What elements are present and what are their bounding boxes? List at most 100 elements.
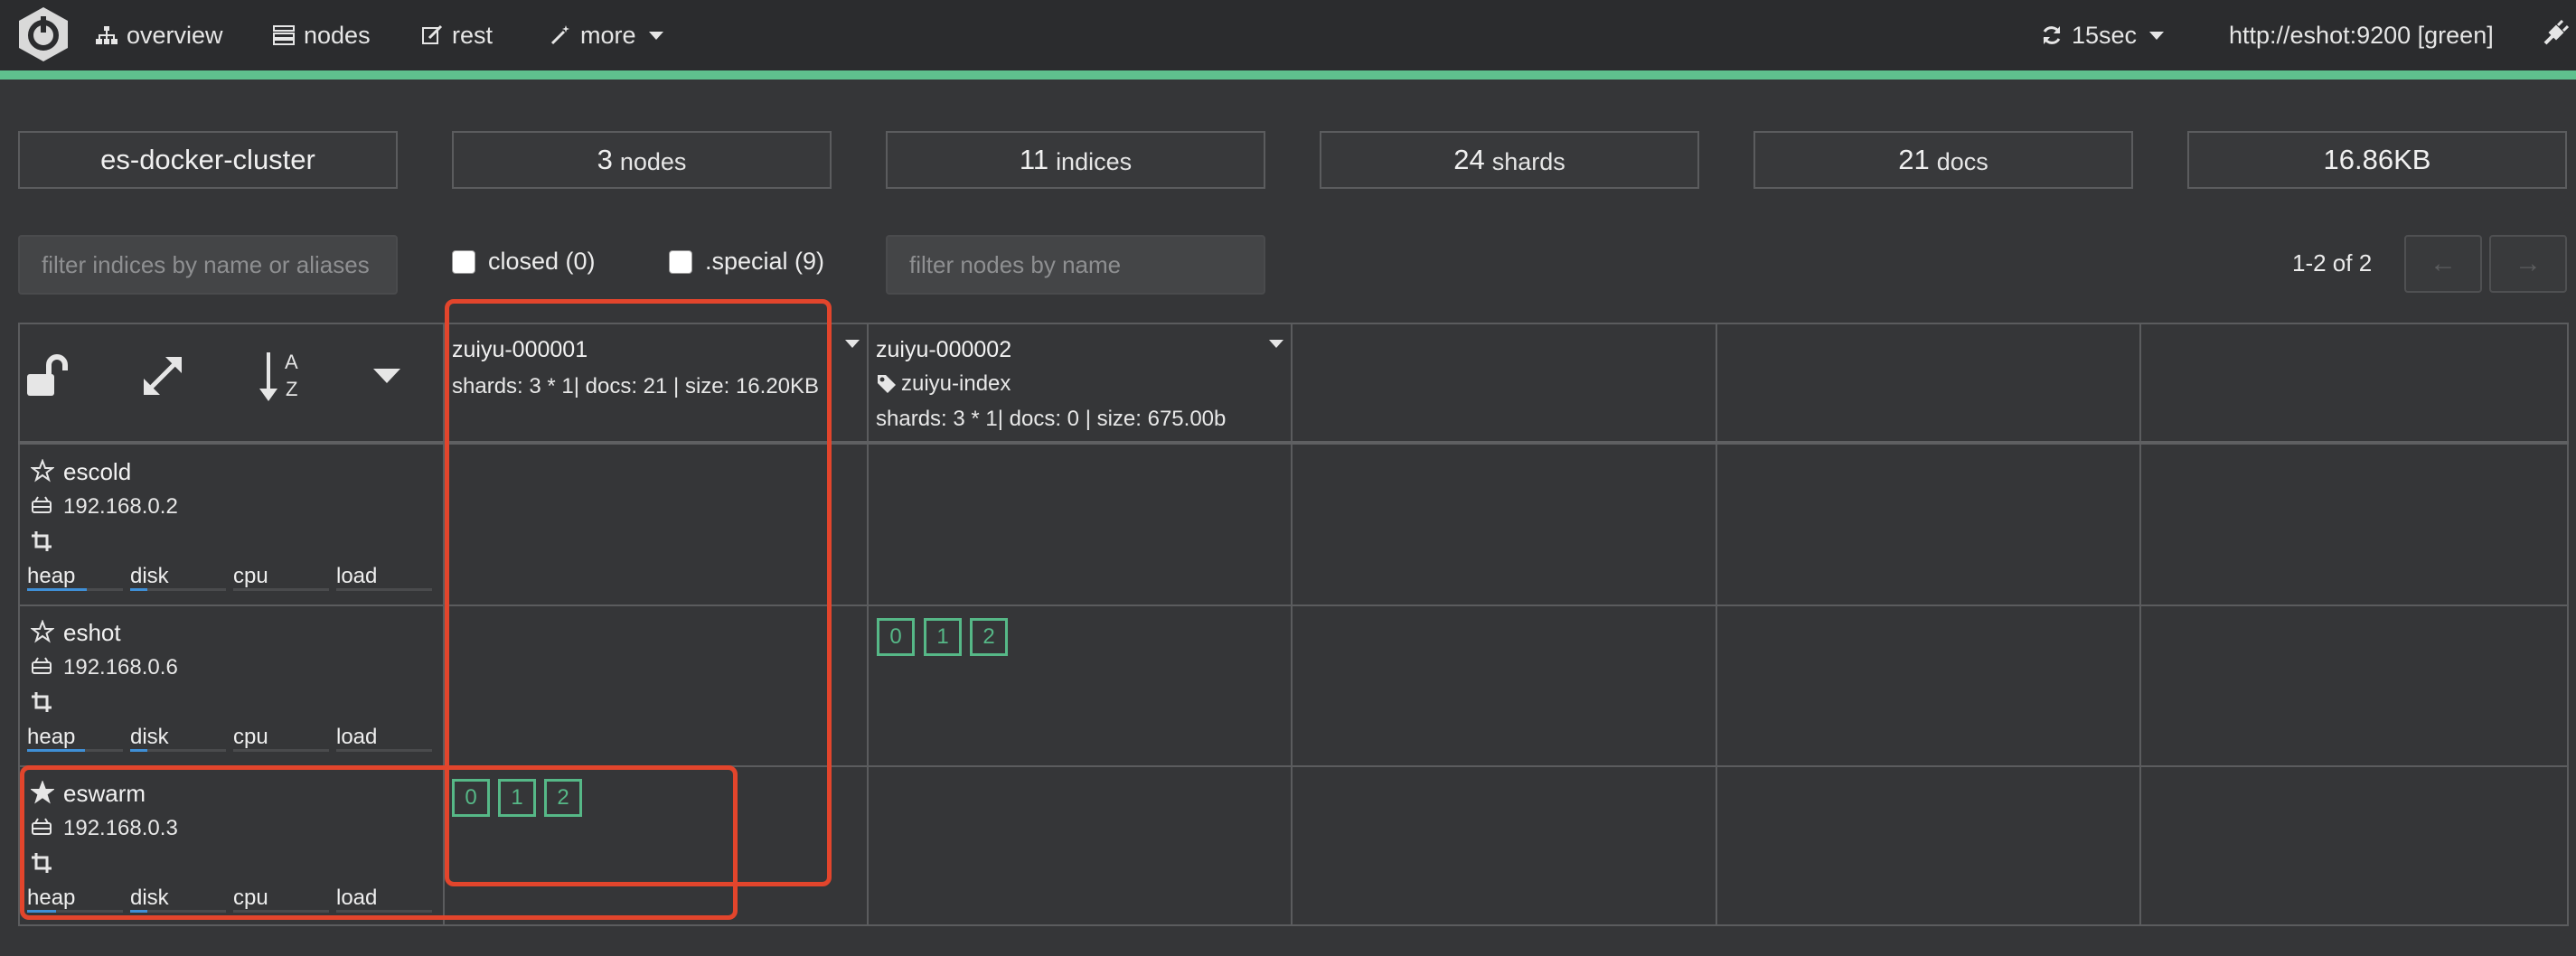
heap-fill <box>27 749 85 752</box>
node-name-eshot[interactable]: eshot <box>63 619 121 647</box>
filter-indices-input[interactable] <box>18 235 398 295</box>
docs-stat: 21 docs <box>1753 131 2133 189</box>
refresh-interval-dropdown[interactable]: 15sec <box>2041 0 2165 70</box>
indices-stat: 11 indices <box>886 131 1265 189</box>
nodes-stat: 3 nodes <box>452 131 832 189</box>
next-page-button[interactable]: → <box>2489 235 2567 293</box>
closed-indices-label: closed (0) <box>488 248 596 275</box>
heap-label: heap <box>27 886 76 910</box>
disk-label: disk <box>130 886 169 910</box>
index-menu-caret-icon[interactable] <box>845 340 860 348</box>
index-meta: shards: 3 * 1| docs: 0 | size: 675.00b <box>876 407 1227 431</box>
checkbox-box[interactable] <box>452 249 475 274</box>
node-name-eswarm[interactable]: eswarm <box>63 780 146 808</box>
svg-text:A: A <box>285 351 298 373</box>
expand-icon <box>144 357 182 395</box>
connection-url[interactable]: http://eshot:9200 [green] <box>2229 0 2494 70</box>
svg-text:Z: Z <box>286 378 297 400</box>
star-outline-icon <box>31 620 54 643</box>
indices-count: 11 <box>1019 144 1049 175</box>
nav-nodes-label: nodes <box>304 21 371 49</box>
index-meta: shards: 3 * 1| docs: 21 | size: 16.20KB <box>452 374 820 398</box>
node-disk-metric: disk <box>130 725 226 752</box>
cluster-overview-grid <box>18 323 2569 926</box>
plug-icon[interactable] <box>2542 20 2569 47</box>
nodes-count: 3 <box>597 144 613 175</box>
shard-box[interactable]: 1 <box>498 779 536 817</box>
disk-fill <box>130 910 148 913</box>
index-name-zuiyu-000002[interactable]: zuiyu-000002 <box>876 337 1011 363</box>
star-outline-icon <box>31 459 54 483</box>
shard-box[interactable]: 0 <box>877 618 915 656</box>
cluster-health-bar <box>0 70 2576 80</box>
index-menu-caret-icon[interactable] <box>1269 340 1283 348</box>
shard-box[interactable]: 2 <box>544 779 582 817</box>
app-logo-icon[interactable] <box>14 5 72 63</box>
indices-count-label: indices <box>1056 147 1133 175</box>
lock-button[interactable] <box>22 349 76 403</box>
nav-rest-label: rest <box>452 21 494 49</box>
cpu-label: cpu <box>233 725 268 749</box>
expand-button[interactable] <box>136 349 190 403</box>
disk-label: disk <box>130 725 169 749</box>
connection-url-label: http://eshot:9200 [green] <box>2229 21 2494 49</box>
docs-count: 21 <box>1898 144 1930 175</box>
heap-fill <box>27 588 87 591</box>
nav-more-dropdown[interactable]: more <box>550 0 663 70</box>
grid-divider <box>1716 323 1717 926</box>
node-heap-metric: heap <box>27 886 123 913</box>
shards-stat: 24 shards <box>1320 131 1699 189</box>
shards-count: 24 <box>1453 144 1485 175</box>
disk-fill <box>130 588 148 591</box>
nav-rest[interactable]: rest <box>421 0 493 70</box>
prev-page-button[interactable]: ← <box>2404 235 2482 293</box>
crop-icon <box>32 853 52 873</box>
refresh-icon <box>2043 26 2061 44</box>
nav-nodes[interactable]: nodes <box>273 0 371 70</box>
grid-divider <box>867 323 869 926</box>
node-load-metric: load <box>336 564 432 591</box>
node-name-escold[interactable]: escold <box>63 458 131 486</box>
filter-nodes-input[interactable] <box>886 235 1265 295</box>
nav-overview-label: overview <box>127 21 223 49</box>
grid-options-dropdown[interactable] <box>360 349 414 403</box>
shard-box[interactable]: 1 <box>924 618 962 656</box>
heap-fill <box>27 910 56 913</box>
chevron-down-icon <box>2149 31 2165 40</box>
shard-box[interactable]: 0 <box>452 779 490 817</box>
grid-divider <box>1291 323 1293 926</box>
node-cpu-metric: cpu <box>233 886 329 913</box>
closed-indices-checkbox[interactable]: closed (0) <box>452 248 596 276</box>
hdd-icon <box>32 657 52 674</box>
index-alias[interactable]: zuiyu-index <box>901 371 1011 397</box>
special-indices-label: .special (9) <box>705 248 825 275</box>
node-cpu-metric: cpu <box>233 564 329 591</box>
grid-divider <box>2139 323 2141 926</box>
chevron-down-icon <box>648 31 663 40</box>
crop-icon <box>32 531 52 551</box>
nav-overview[interactable]: overview <box>96 0 223 70</box>
sort-indices-button[interactable]: A Z <box>253 349 313 403</box>
docs-count-label: docs <box>1936 147 1988 175</box>
node-disk-metric: disk <box>130 564 226 591</box>
nav-more-label: more <box>580 21 636 49</box>
shards-count-label: shards <box>1491 147 1565 175</box>
cpu-label: cpu <box>233 564 268 588</box>
node-ip: 192.168.0.6 <box>63 655 178 680</box>
caret-down-icon <box>373 369 400 383</box>
load-label: load <box>336 725 378 749</box>
index-name-zuiyu-000001[interactable]: zuiyu-000001 <box>452 337 588 363</box>
magic-wand-icon <box>550 25 569 45</box>
special-indices-checkbox[interactable]: .special (9) <box>669 248 824 276</box>
shard-box[interactable]: 2 <box>970 618 1008 656</box>
node-ip: 192.168.0.2 <box>63 494 178 519</box>
disk-fill <box>130 749 148 752</box>
checkbox-box[interactable] <box>669 249 692 274</box>
cluster-name-stat: es-docker-cluster <box>18 131 398 189</box>
hdd-icon <box>32 496 52 513</box>
grid-divider <box>18 441 2569 445</box>
node-disk-metric: disk <box>130 886 226 913</box>
nodes-count-label: nodes <box>619 147 687 175</box>
node-ip: 192.168.0.3 <box>63 816 178 840</box>
edit-icon <box>422 24 443 44</box>
